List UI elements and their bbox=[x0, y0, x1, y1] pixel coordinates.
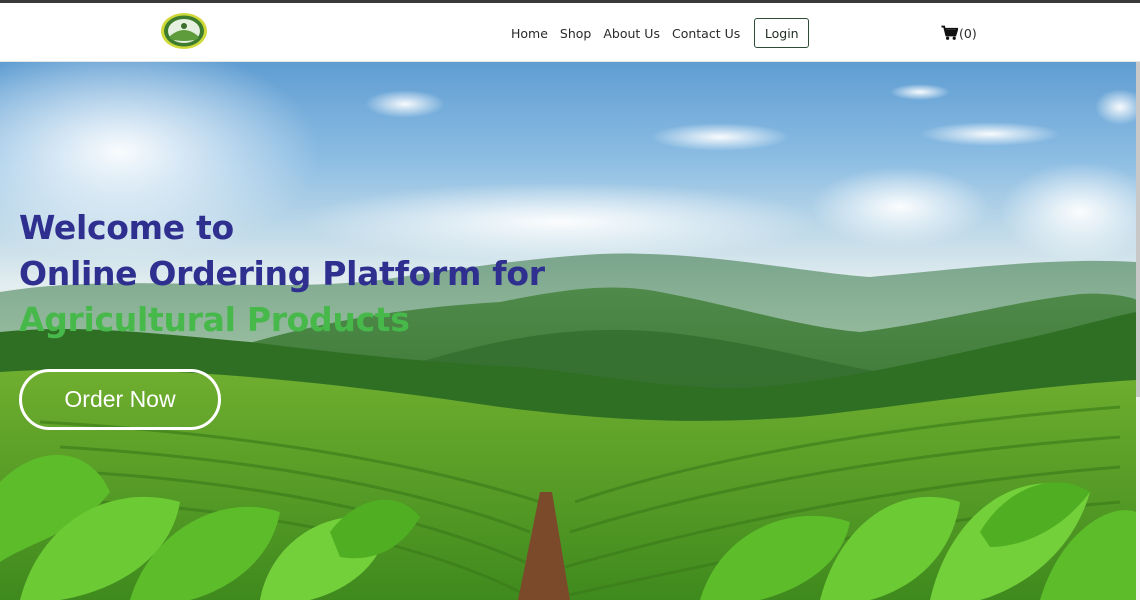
navbar: Home Shop About Us Contact Us Login (0) bbox=[0, 3, 1140, 62]
hero-banner: Welcome to Online Ordering Platform for … bbox=[0, 62, 1136, 600]
page-scrollbar[interactable] bbox=[1136, 62, 1140, 600]
order-now-button[interactable]: Order Now bbox=[19, 369, 221, 430]
nav-about-link[interactable]: About Us bbox=[603, 26, 660, 41]
nav-home-link[interactable]: Home bbox=[511, 26, 548, 41]
site-logo[interactable] bbox=[160, 12, 208, 50]
hero-title-highlight: Agricultural Products bbox=[19, 300, 410, 339]
hero-heading: Welcome to Online Ordering Platform for … bbox=[19, 205, 545, 343]
cart-count: (0) bbox=[959, 25, 977, 41]
hero-title-line2: Online Ordering Platform for bbox=[19, 254, 545, 293]
login-button[interactable]: Login bbox=[754, 18, 810, 48]
nav-contact-link[interactable]: Contact Us bbox=[672, 26, 740, 41]
shopping-cart-icon bbox=[941, 25, 958, 40]
nav-shop-link[interactable]: Shop bbox=[560, 26, 591, 41]
hero-title-line1: Welcome to bbox=[19, 208, 234, 247]
main-nav: Home Shop About Us Contact Us Login bbox=[505, 18, 810, 48]
cart-link[interactable]: (0) bbox=[941, 25, 977, 41]
scrollbar-thumb[interactable] bbox=[1136, 62, 1140, 397]
